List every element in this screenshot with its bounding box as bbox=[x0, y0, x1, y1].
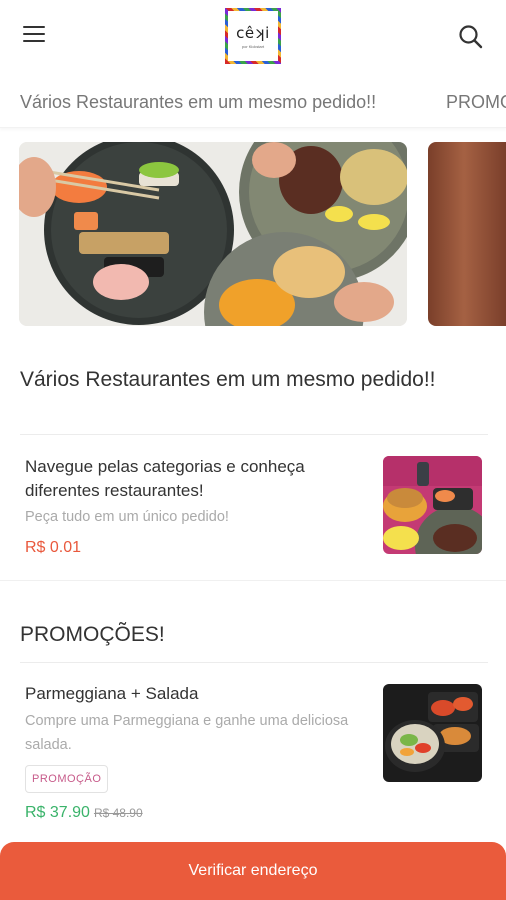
item-price: R$ 37.90 R$ 48.90 bbox=[25, 804, 143, 822]
item-current-price: R$ 37.90 bbox=[25, 804, 90, 821]
item-thumbnail bbox=[383, 684, 482, 782]
promo-badge: PROMOÇÃO bbox=[25, 765, 109, 793]
section-divider bbox=[0, 580, 506, 581]
item-old-price: R$ 48.90 bbox=[93, 806, 143, 820]
product-item-parmeggiana[interactable]: Parmeggiana + Salada Compre uma Parmeggi… bbox=[0, 668, 506, 833]
item-description: Peça tudo em um único pedido! bbox=[25, 509, 229, 525]
item-name: Parmeggiana + Salada bbox=[25, 684, 199, 703]
item-name: Navegue pelas categorias e conheça difer… bbox=[25, 457, 305, 500]
verify-address-button[interactable]: Verificar endereço bbox=[0, 842, 506, 900]
hamburger-menu-icon[interactable] bbox=[22, 26, 48, 46]
tab-promocoes[interactable]: PROMOÇÕES! bbox=[446, 92, 506, 113]
product-item-restaurantes[interactable]: Navegue pelas categorias e conheça difer… bbox=[0, 440, 506, 578]
item-description: Compre uma Parmeggiana e ganhe uma delic… bbox=[25, 713, 349, 753]
banner-next-image[interactable] bbox=[428, 142, 506, 326]
section-title-promocoes: PROMOÇÕES! bbox=[20, 623, 165, 646]
banner-food-image[interactable] bbox=[19, 142, 407, 326]
section-title-varios-restaurantes: Vários Restaurantes em um mesmo pedido!! bbox=[20, 368, 436, 391]
banner-carousel bbox=[0, 142, 506, 328]
item-price: R$ 0.01 bbox=[25, 539, 82, 556]
category-tabs: Vários Restaurantes em um mesmo pedido!!… bbox=[0, 80, 506, 128]
brand-logo[interactable]: cêʞi por Kickstart bbox=[222, 5, 284, 67]
tab-varios-restaurantes[interactable]: Vários Restaurantes em um mesmo pedido!! bbox=[20, 92, 376, 113]
logo-subtext: por Kickstart bbox=[241, 43, 265, 49]
logo-text: cêʞi bbox=[236, 23, 270, 42]
divider bbox=[20, 662, 488, 663]
item-thumbnail bbox=[383, 456, 482, 554]
search-icon[interactable] bbox=[458, 24, 484, 50]
app-header: cêʞi por Kickstart bbox=[0, 0, 506, 74]
divider bbox=[20, 434, 488, 435]
